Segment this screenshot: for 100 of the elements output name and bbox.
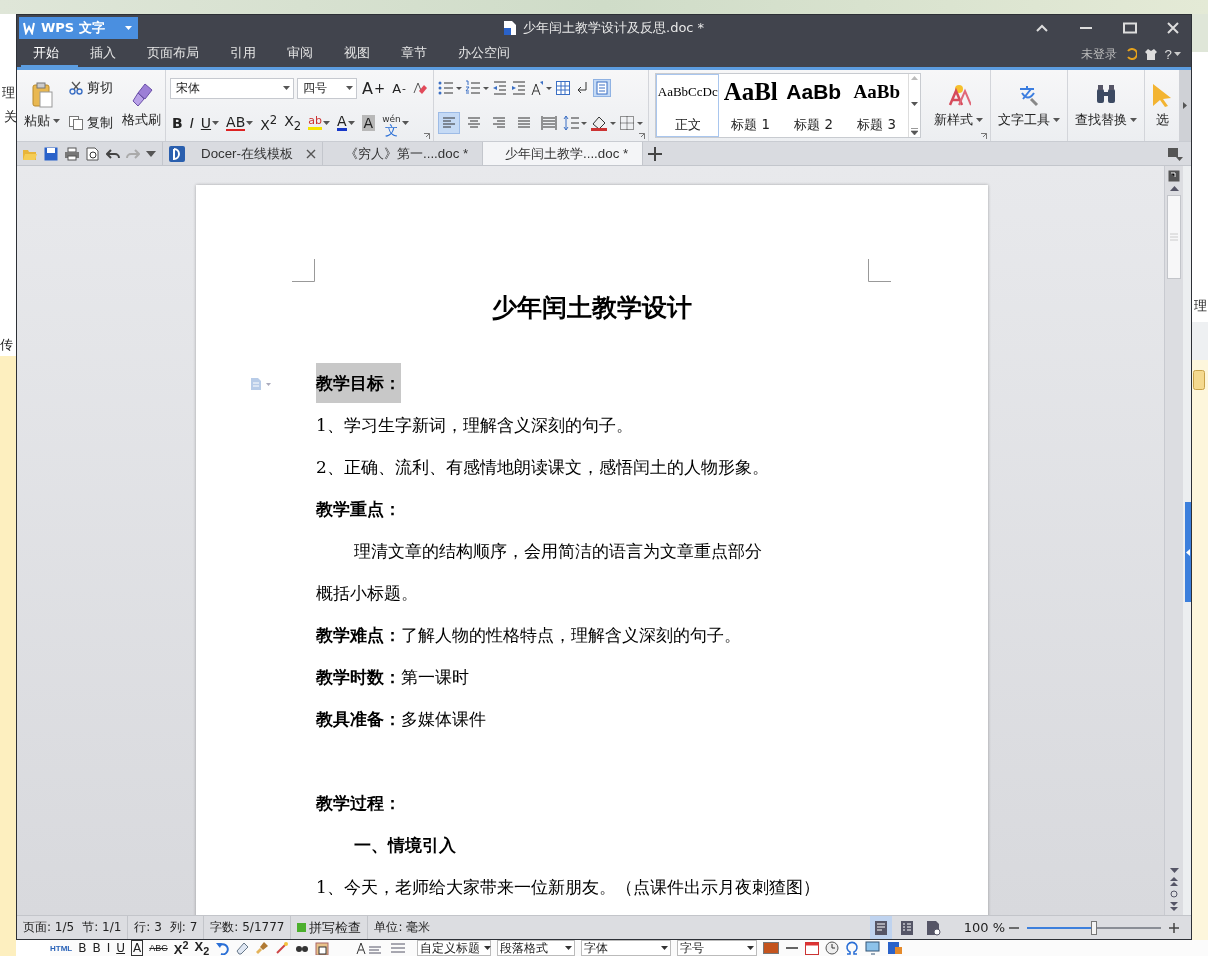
table-icon[interactable] (555, 80, 572, 97)
toolbar-glyph[interactable]: B (78, 941, 87, 955)
browse-object-icon[interactable] (1170, 890, 1178, 898)
dialog-launcher-icon[interactable] (639, 133, 646, 139)
toolbar-glyph[interactable]: ABC (149, 943, 168, 953)
text-tools-button[interactable]: 文字工具 (995, 73, 1064, 138)
strike-format-button[interactable]: AB (224, 111, 256, 134)
menu-tab[interactable]: 引用 (218, 41, 275, 68)
highlight-format-button[interactable]: ab (306, 111, 332, 134)
document-tab[interactable]: 少年闰土教学....doc * (483, 142, 643, 165)
menu-tab[interactable]: 页面布局 (135, 41, 218, 68)
dialog-launcher-icon[interactable] (981, 133, 988, 139)
align-left-button[interactable] (438, 111, 461, 134)
side-panel-handle[interactable] (1185, 502, 1191, 602)
print-icon[interactable] (64, 146, 80, 161)
spell-check-toggle[interactable]: 拼写检查 (297, 918, 362, 937)
scroll-down-icon[interactable] (911, 102, 919, 106)
menu-tab[interactable]: 办公空间 (446, 41, 529, 68)
omega-icon[interactable] (845, 941, 860, 955)
align-center-icon (466, 114, 483, 131)
toolbar-glyph[interactable]: I (106, 941, 111, 955)
toolbar-glyph[interactable]: B (92, 941, 101, 955)
window-title: 少年闰土教学设计及反思.doc * (523, 19, 705, 37)
word-document-icon[interactable] (887, 941, 904, 955)
format-painter-button[interactable]: 格式刷 (119, 73, 164, 138)
new-style-button[interactable]: 新样式 (931, 73, 987, 138)
font-size-field[interactable]: 四号 (297, 77, 357, 99)
close-icon[interactable] (306, 148, 316, 159)
brush-icon[interactable] (255, 941, 270, 955)
paragraph-dropdown[interactable]: 段落格式 (497, 940, 576, 956)
undo-icon[interactable] (106, 147, 120, 160)
menu-tab[interactable]: 视图 (332, 41, 389, 68)
scroll-up-icon[interactable] (1169, 186, 1179, 191)
zoom-in-icon[interactable] (1169, 922, 1179, 933)
scrollbar-thumb[interactable] (1167, 195, 1181, 279)
monitor-icon[interactable] (865, 941, 882, 955)
style-option[interactable]: AaBb 标题 2 (782, 74, 846, 137)
font-name-field[interactable]: 宋体 (170, 77, 294, 99)
shirt-icon[interactable] (1144, 48, 1157, 60)
undo-icon[interactable] (215, 941, 230, 955)
sync-icon[interactable] (1124, 48, 1137, 60)
calendar-icon[interactable] (805, 941, 820, 955)
zoom-reading: 100 % (963, 920, 1005, 935)
split-view-icon[interactable] (1168, 170, 1180, 182)
print-preview-icon[interactable] (86, 146, 100, 161)
borders-icon[interactable] (619, 114, 646, 131)
font-dropdown[interactable]: 字体 (581, 940, 672, 956)
menu-tab[interactable]: 章节 (389, 41, 446, 68)
color-format-button[interactable]: A (335, 111, 357, 134)
copy-icon (69, 115, 83, 130)
cut-button[interactable]: 剪切 (67, 79, 115, 98)
save-icon[interactable] (44, 146, 58, 161)
clock-icon[interactable] (825, 941, 840, 955)
toolbar-glyph[interactable]: U (116, 941, 126, 955)
style-option[interactable]: AaBl 标题 1 (719, 74, 783, 137)
plain-format-button[interactable]: X$^{2}$ (258, 111, 280, 134)
dialog-launcher-icon[interactable] (424, 133, 431, 139)
heading-dropdown[interactable]: 自定义标题 (417, 940, 492, 956)
shading-icon[interactable] (590, 114, 617, 131)
style-option[interactable]: AaBb 标题 3 (845, 74, 909, 137)
bold-format-button[interactable]: B (170, 111, 185, 134)
collapse-ribbon-icon[interactable] (1035, 23, 1049, 33)
increase-indent-icon[interactable] (511, 80, 528, 97)
image-icon[interactable] (763, 942, 780, 954)
more-styles-icon[interactable] (911, 128, 919, 135)
page-view-button[interactable] (869, 916, 892, 939)
copy-button[interactable]: 复制 (67, 113, 115, 132)
text-style-icon[interactable] (355, 941, 384, 955)
toolbar-glyph[interactable]: HTML (50, 943, 73, 953)
find-replace-button[interactable]: 查找替换 (1072, 73, 1141, 138)
menu-tab[interactable]: 审阅 (275, 41, 332, 68)
help-button[interactable]: ? (1164, 46, 1181, 62)
tab-list-icon[interactable] (1167, 146, 1183, 161)
underline-format-button[interactable]: U (198, 111, 222, 134)
customize-caret-icon[interactable] (146, 150, 156, 157)
previous-page-icon[interactable] (1170, 877, 1178, 886)
paste-button[interactable]: 粘贴 (21, 73, 63, 138)
line-spacing-icon[interactable] (563, 114, 588, 131)
wand-icon[interactable] (275, 941, 290, 955)
italic-format-button[interactable]: I (187, 111, 196, 134)
style-option[interactable]: AaBbCcDc 正文 (656, 74, 720, 137)
font-size-dropdown[interactable]: 字号 (677, 940, 758, 956)
toolbar-glyph[interactable]: A (131, 940, 144, 956)
bullet-list-icon[interactable] (438, 80, 463, 97)
toolbar-glyph[interactable]: X$^{2}$ (173, 938, 189, 956)
maximize-icon[interactable] (1123, 22, 1137, 34)
select-button[interactable]: 选 (1147, 73, 1178, 138)
clipboard-icon[interactable] (315, 941, 330, 955)
plain-format-button[interactable]: X$_{2}$ (282, 111, 304, 134)
decrease-indent-icon[interactable] (492, 80, 509, 97)
new-tab-icon[interactable] (648, 146, 662, 161)
caret-icon (1174, 52, 1181, 56)
toolbar-glyph[interactable]: X$_{2}$ (194, 939, 210, 956)
text-direction-icon[interactable] (530, 80, 553, 97)
paragraph-marker-icon[interactable] (250, 377, 272, 391)
next-page-icon[interactable] (1170, 902, 1178, 911)
scroll-down-icon[interactable] (1169, 868, 1179, 873)
menu-tab[interactable]: 插入 (78, 41, 135, 68)
login-link[interactable]: 未登录 (1080, 45, 1117, 63)
numbered-list-icon[interactable] (465, 80, 490, 97)
